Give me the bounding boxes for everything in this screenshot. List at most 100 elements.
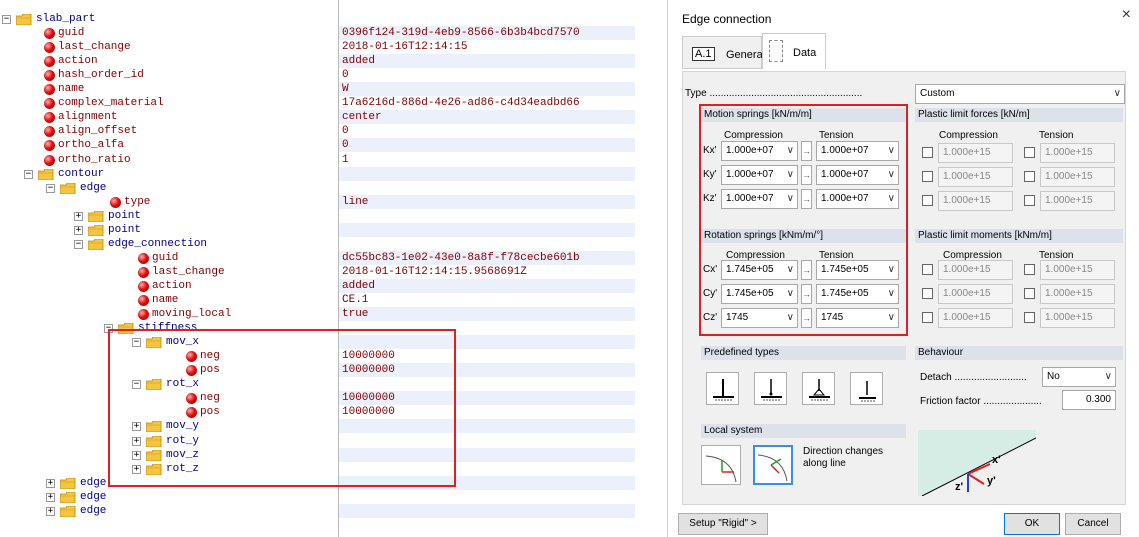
tree-row[interactable]: ortho_alfa 0: [0, 138, 635, 152]
enable-checkbox[interactable]: [1024, 195, 1035, 206]
plastic-tension-input[interactable]: 1.000e+15: [1040, 284, 1115, 304]
dialog-title: Edge connection: [682, 12, 772, 26]
tree-row[interactable]: − edge_connection: [0, 237, 635, 251]
expand-icon[interactable]: +: [46, 507, 55, 516]
collapse-icon[interactable]: −: [24, 170, 33, 179]
copy-arrow-button[interactable]: →: [801, 189, 812, 209]
support-type-2-button[interactable]: [754, 372, 787, 405]
tree-row[interactable]: last_change 2018-01-16T12:14:15.9568691Z: [0, 265, 635, 279]
compression-select[interactable]: 1745 ∨: [721, 308, 798, 328]
spring-row-label: Cz': [703, 312, 718, 323]
tree-row[interactable]: hash_order_id 0: [0, 68, 635, 82]
detach-select[interactable]: No ∨: [1042, 367, 1116, 387]
tree-row[interactable]: align_offset 0: [0, 124, 635, 138]
plastic-compression-input[interactable]: 1.000e+15: [938, 308, 1013, 328]
expand-icon[interactable]: +: [74, 226, 83, 235]
plastic-compression-input[interactable]: 1.000e+15: [938, 191, 1013, 211]
support-type-4-button[interactable]: [850, 372, 883, 405]
cancel-button[interactable]: Cancel: [1065, 513, 1121, 535]
chevron-down-icon: ∨: [887, 288, 895, 299]
spring-row-label: Cy': [703, 288, 718, 299]
tree-row[interactable]: − contour: [0, 167, 635, 181]
tree-row[interactable]: + edge: [0, 504, 635, 518]
setup-rigid-button[interactable]: Setup "Rigid" >: [678, 513, 768, 535]
x-axis-label: x': [992, 454, 1001, 466]
compression-select[interactable]: 1.000e+07 ∨: [721, 141, 798, 161]
type-select[interactable]: Custom ∨: [915, 84, 1125, 104]
tree-row[interactable]: last_change 2018-01-16T12:14:15: [0, 40, 635, 54]
tree-row[interactable]: name CE.1: [0, 293, 635, 307]
copy-arrow-button[interactable]: →: [801, 165, 812, 185]
tree-row[interactable]: alignment center: [0, 110, 635, 124]
compression-select[interactable]: 1.745e+05 ∨: [721, 284, 798, 304]
tree-row[interactable]: complex_material 17a6216d-886d-4e26-ad86-…: [0, 96, 635, 110]
tree-row[interactable]: + edge: [0, 490, 635, 504]
enable-checkbox[interactable]: [1024, 264, 1035, 275]
tension-select[interactable]: 1.000e+07 ∨: [816, 141, 899, 161]
tree-row[interactable]: name W: [0, 82, 635, 96]
friction-input[interactable]: 0.300: [1062, 390, 1116, 410]
local-system-direction-button[interactable]: [753, 445, 793, 485]
copy-arrow-button[interactable]: →: [801, 308, 812, 328]
tension-select[interactable]: 1.000e+07 ∨: [816, 165, 899, 185]
enable-checkbox[interactable]: [1024, 288, 1035, 299]
plastic-tension-input[interactable]: 1.000e+15: [1040, 260, 1115, 280]
enable-checkbox[interactable]: [922, 288, 933, 299]
enable-checkbox[interactable]: [1024, 171, 1035, 182]
free-support-icon: [859, 381, 876, 402]
tree-row[interactable]: ortho_ratio 1: [0, 153, 635, 167]
enable-checkbox[interactable]: [922, 312, 933, 323]
enable-checkbox[interactable]: [922, 147, 933, 158]
plastic-tension-input[interactable]: 1.000e+15: [1040, 143, 1115, 163]
tree-row[interactable]: action added: [0, 279, 635, 293]
enable-checkbox[interactable]: [1024, 147, 1035, 158]
tree-row[interactable]: moving_local true: [0, 307, 635, 321]
tension-select[interactable]: 1.745e+05 ∨: [816, 260, 899, 280]
compression-select[interactable]: 1.745e+05 ∨: [721, 260, 798, 280]
enable-checkbox[interactable]: [922, 195, 933, 206]
tension-select[interactable]: 1745 ∨: [816, 308, 899, 328]
expand-icon[interactable]: +: [46, 493, 55, 502]
expand-icon[interactable]: +: [46, 479, 55, 488]
plastic-tension-input[interactable]: 1.000e+15: [1040, 308, 1115, 328]
tree-row[interactable]: + point: [0, 209, 635, 223]
enable-checkbox[interactable]: [922, 264, 933, 275]
tree-row[interactable]: action added: [0, 54, 635, 68]
copy-arrow-button[interactable]: →: [801, 284, 812, 304]
plastic-compression-input[interactable]: 1.000e+15: [938, 284, 1013, 304]
compression-select[interactable]: 1.000e+07 ∨: [721, 165, 798, 185]
plastic-compression-input[interactable]: 1.000e+15: [938, 143, 1013, 163]
tab-data[interactable]: Data: [762, 33, 826, 69]
tree-row[interactable]: type line: [0, 195, 635, 209]
local-system-fixed-button[interactable]: [701, 445, 741, 485]
plastic-compression-input[interactable]: 1.000e+15: [938, 260, 1013, 280]
collapse-icon[interactable]: −: [74, 240, 83, 249]
spring-row-label: Cx': [703, 264, 718, 275]
plastic-tension-input[interactable]: 1.000e+15: [1040, 191, 1115, 211]
tree-row[interactable]: + point: [0, 223, 635, 237]
copy-arrow-button[interactable]: →: [801, 260, 812, 280]
collapse-icon[interactable]: −: [2, 15, 11, 24]
support-type-3-button[interactable]: [802, 372, 835, 405]
compression-value: 1.745e+05: [726, 288, 774, 299]
expand-icon[interactable]: +: [74, 212, 83, 221]
ok-button[interactable]: OK: [1004, 513, 1060, 535]
plastic-tension-input[interactable]: 1.000e+15: [1040, 167, 1115, 187]
collapse-icon[interactable]: −: [46, 184, 55, 193]
enable-checkbox[interactable]: [1024, 312, 1035, 323]
close-icon[interactable]: ×: [1122, 6, 1131, 24]
plastic-compression-input[interactable]: 1.000e+15: [938, 167, 1013, 187]
tree-node-label: edge: [80, 182, 107, 194]
tab-general[interactable]: A.1 General: [682, 36, 765, 69]
tension-select[interactable]: 1.745e+05 ∨: [816, 284, 899, 304]
tension-select[interactable]: 1.000e+07 ∨: [816, 189, 899, 209]
support-type-1-button[interactable]: [706, 372, 739, 405]
tree-row[interactable]: guid 0396f124-319d-4eb9-8566-6b3b4bcd7570: [0, 26, 635, 40]
tree-row[interactable]: − slab_part: [0, 12, 635, 26]
enable-checkbox[interactable]: [922, 171, 933, 182]
compression-select[interactable]: 1.000e+07 ∨: [721, 189, 798, 209]
tree-row[interactable]: guid dc55bc83-1e02-43e0-8a8f-f78cecbe601b: [0, 251, 635, 265]
tree-node-label: last_change: [58, 41, 131, 53]
tree-row[interactable]: − edge: [0, 181, 635, 195]
copy-arrow-button[interactable]: →: [801, 141, 812, 161]
